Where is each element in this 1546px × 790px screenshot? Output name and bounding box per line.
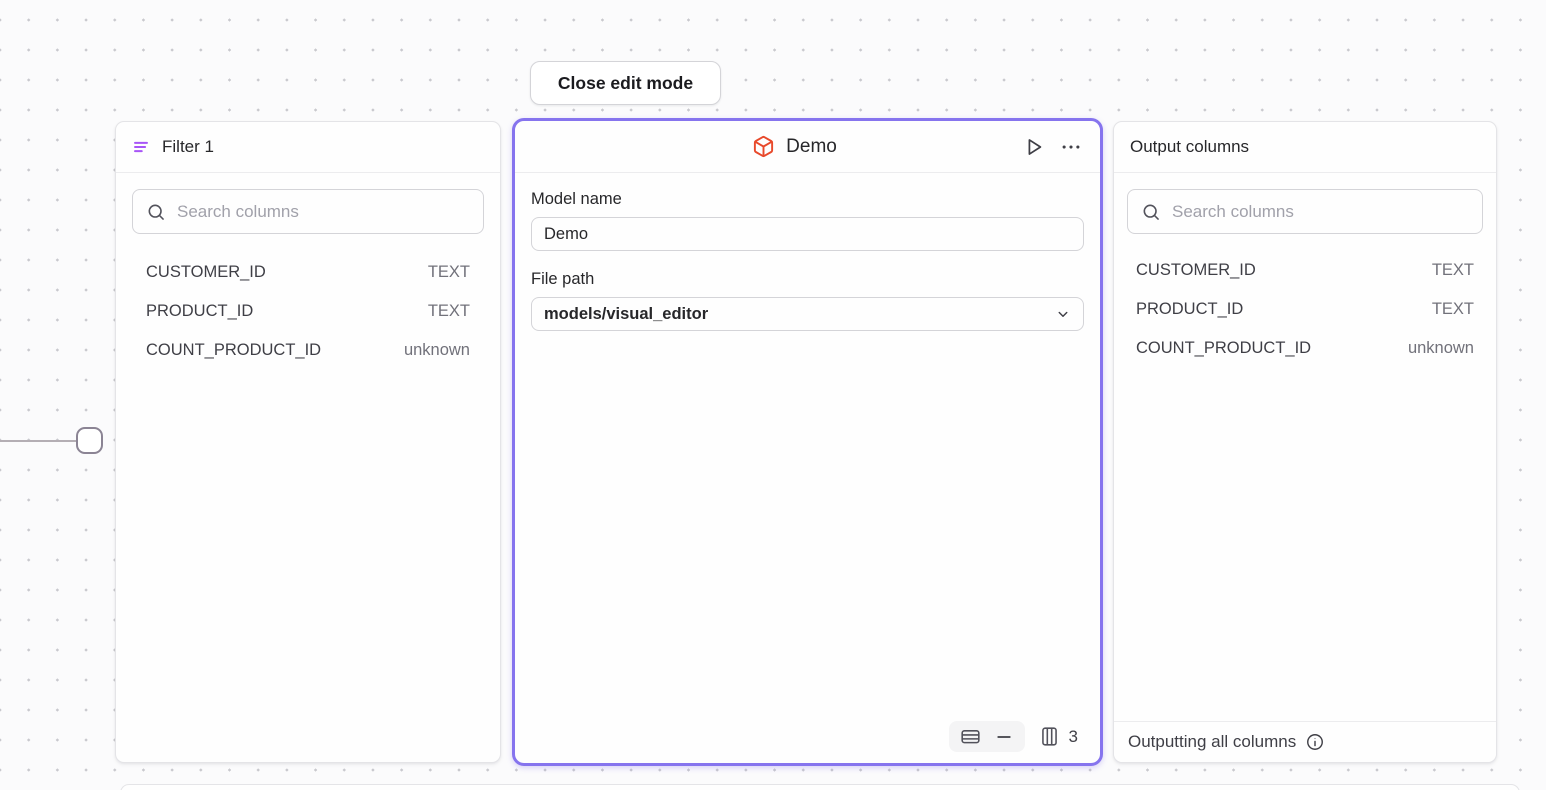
model-node-panel-selected: Demo Model name File path models/visual_… [512,118,1103,766]
column-row: COUNT_PRODUCT_ID unknown [1127,329,1483,368]
column-name: CUSTOMER_ID [146,263,266,282]
preview-toggle-group [949,721,1025,752]
filter-panel-title: Filter 1 [162,137,214,157]
column-count-indicator: 3 [1039,726,1078,747]
column-row: CUSTOMER_ID TEXT [1127,251,1483,290]
model-name-label: Model name [531,190,1084,209]
column-row: COUNT_PRODUCT_ID unknown [132,331,484,370]
search-icon [146,202,166,222]
column-type: unknown [1408,339,1474,358]
output-column-list: CUSTOMER_ID TEXT PRODUCT_ID TEXT COUNT_P… [1127,251,1483,368]
run-model-button[interactable] [1023,136,1045,158]
collapse-preview-button[interactable] [994,727,1014,747]
model-cube-icon [752,135,775,158]
info-icon[interactable] [1305,732,1325,752]
output-columns-panel: Output columns CUSTOMER_ID TEXT PRODUCT_… [1113,121,1497,763]
filter-search-input[interactable] [177,202,470,222]
column-type: unknown [404,341,470,360]
model-name-input[interactable] [531,217,1084,251]
model-footer-toolbar: 3 [949,721,1078,752]
column-type: TEXT [428,302,470,321]
column-name: COUNT_PRODUCT_ID [146,341,321,360]
filter-lines-icon [132,138,150,156]
column-name: CUSTOMER_ID [1136,261,1256,280]
columns-icon [1039,726,1060,747]
filter-search-box [132,189,484,234]
filter-node-panel: Filter 1 CUSTOMER_ID TEXT PRODUCT_ID TEX… [115,121,501,763]
column-row: CUSTOMER_ID TEXT [132,253,484,292]
output-footer: Outputting all columns [1114,721,1496,762]
column-name: COUNT_PRODUCT_ID [1136,339,1311,358]
filter-panel-header: Filter 1 [116,122,500,173]
search-icon [1141,202,1161,222]
connector-edge [0,440,77,442]
more-options-button[interactable] [1060,136,1082,158]
column-count-value: 3 [1069,727,1078,747]
model-panel-header: Demo [515,121,1100,173]
column-type: TEXT [1432,300,1474,319]
column-name: PRODUCT_ID [1136,300,1243,319]
column-type: TEXT [428,263,470,282]
close-edit-mode-button[interactable]: Close edit mode [530,61,721,105]
chevron-down-icon [1054,305,1072,323]
output-panel-header: Output columns [1114,122,1496,173]
output-panel-title: Output columns [1130,137,1249,157]
bottom-panel-partial [120,784,1520,790]
filter-column-list: CUSTOMER_ID TEXT PRODUCT_ID TEXT COUNT_P… [132,253,484,370]
column-row: PRODUCT_ID TEXT [132,292,484,331]
output-footer-text: Outputting all columns [1128,732,1296,752]
output-search-box [1127,189,1483,234]
column-name: PRODUCT_ID [146,302,253,321]
file-path-value: models/visual_editor [544,305,708,324]
column-row: PRODUCT_ID TEXT [1127,290,1483,329]
file-path-label: File path [531,270,1084,289]
column-type: TEXT [1432,261,1474,280]
output-search-input[interactable] [1172,202,1469,222]
model-panel-title: Demo [786,136,837,158]
connector-handle[interactable] [76,427,103,454]
file-path-select[interactable]: models/visual_editor [531,297,1084,331]
rows-view-button[interactable] [960,726,981,747]
